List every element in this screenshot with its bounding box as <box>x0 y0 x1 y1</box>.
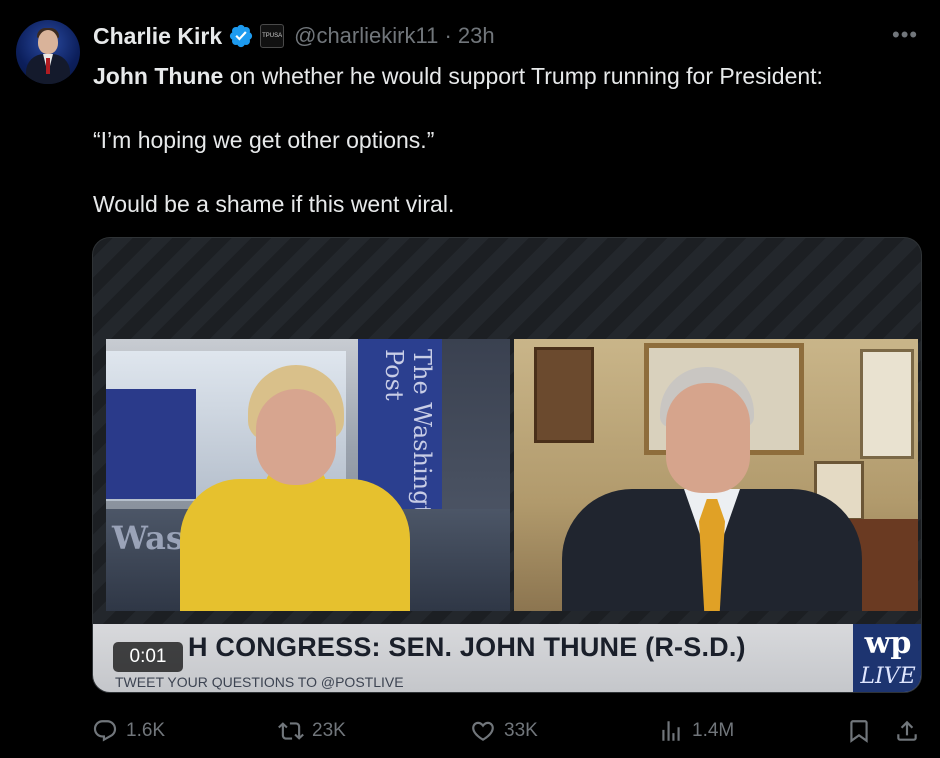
background-screen <box>106 389 196 499</box>
views-icon <box>662 721 680 741</box>
like-button[interactable]: 33K <box>470 716 538 746</box>
video-lower-third: H CONGRESS: SEN. JOHN THUNE (R-S.D.) TWE… <box>93 624 921 692</box>
tweet-text: John Thune on whether he would support T… <box>93 60 913 220</box>
author-handle[interactable]: @charliekirk11 · 23h <box>294 23 495 49</box>
post-time[interactable]: 23h <box>458 23 495 48</box>
tweet-line-3: Would be a shame if this went viral. <box>93 191 455 217</box>
heart-icon <box>472 721 494 741</box>
author-name[interactable]: Charlie Kirk <box>93 23 222 50</box>
tweet-quote: “I’m hoping we get other options.” <box>93 127 435 153</box>
verified-badge-icon <box>230 24 253 48</box>
repost-icon <box>278 722 304 740</box>
tweet-header: Charlie Kirk TPUSA @charliekirk11 · 23h <box>93 21 495 51</box>
tweet-line-1-rest: on whether he would support Trump runnin… <box>223 63 823 89</box>
host-face <box>256 389 336 485</box>
repost-count: 23K <box>312 720 346 741</box>
video-headline: H CONGRESS: SEN. JOHN THUNE (R-S.D.) <box>188 632 746 662</box>
reply-button[interactable]: 1.6K <box>92 716 165 746</box>
avatar-face <box>38 30 58 54</box>
video-panel-right <box>514 339 918 611</box>
wp-logo-text: wp <box>864 626 912 661</box>
avatar-tie <box>46 58 50 74</box>
views-button[interactable]: 1.4M <box>658 716 734 746</box>
tweet-actions: 1.6K 23K 33K 1.4M <box>92 716 922 746</box>
reply-count: 1.6K <box>126 720 166 741</box>
video-panel-left: The Washington Post Was <box>106 339 510 611</box>
share-icon[interactable] <box>894 718 920 744</box>
reply-icon <box>93 720 117 742</box>
live-text: LIVE <box>860 664 916 689</box>
video-timestamp: 0:01 <box>113 642 183 672</box>
handle-text: @charliekirk11 <box>294 23 439 48</box>
wall-frame <box>860 349 914 459</box>
wall-frame <box>534 347 594 443</box>
like-count: 33K <box>504 720 538 741</box>
tweet-line-1: John Thune on whether he would support T… <box>93 60 913 92</box>
affiliation-badge[interactable]: TPUSA <box>260 24 285 48</box>
wall-lettering: Was <box>112 519 184 557</box>
bookmark-icon[interactable] <box>846 718 872 744</box>
avatar[interactable] <box>16 20 80 84</box>
more-icon[interactable]: ••• <box>892 22 918 48</box>
video-player[interactable]: The Washington Post Was H CONGRESS: SEN.… <box>92 237 922 693</box>
guest-face <box>666 383 750 493</box>
views-count: 1.4M <box>692 720 735 741</box>
separator-dot: · <box>444 23 452 48</box>
video-subline: TWEET YOUR QUESTIONS TO @POSTLIVE <box>115 674 404 690</box>
repost-button[interactable]: 23K <box>278 716 346 746</box>
mentioned-name: John Thune <box>93 63 224 89</box>
wp-live-logo: wp LIVE <box>853 624 921 692</box>
